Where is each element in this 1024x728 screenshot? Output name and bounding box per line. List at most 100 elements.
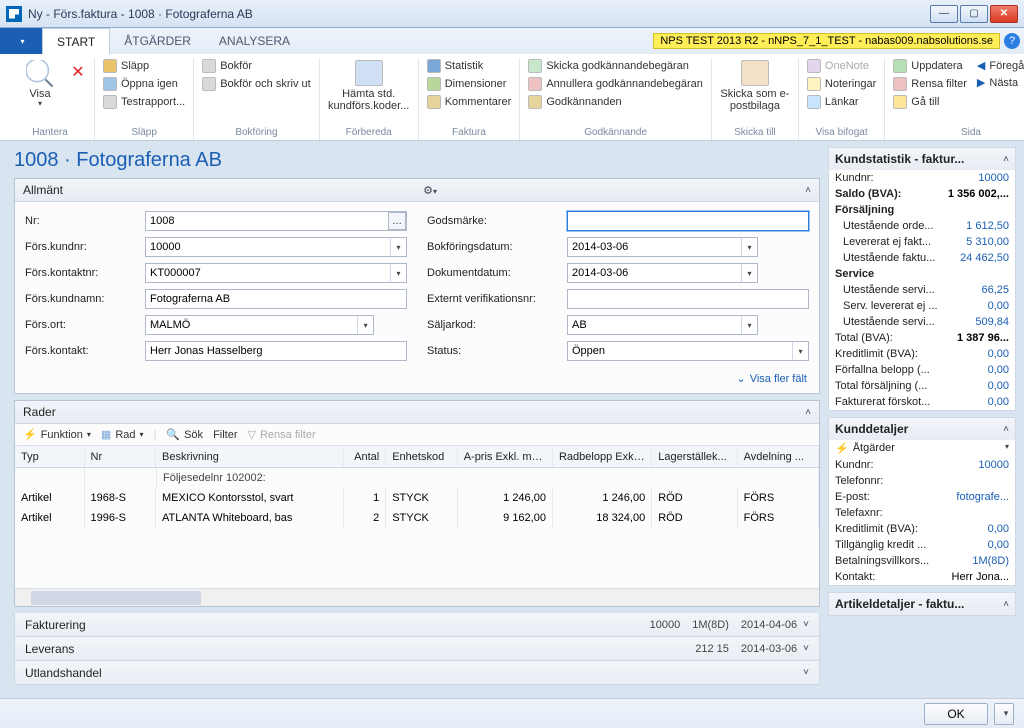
factbox-kundstatistik-header[interactable]: Kundstatistik - faktur...˄ (829, 148, 1015, 170)
skicka-godk-button[interactable]: Skicka godkännandebegäran (526, 58, 705, 74)
chevron-down-icon[interactable]: ˅ (803, 667, 809, 678)
field-nr[interactable]: 1008… (145, 211, 407, 231)
noteringar-button[interactable]: Noteringar (805, 76, 878, 92)
chevron-up-icon[interactable]: ˄ (1003, 424, 1009, 435)
fasttab-rader-header[interactable]: Rader˄ (15, 401, 819, 424)
chevron-up-icon[interactable]: ˄ (1003, 154, 1009, 165)
col-lagerstalle[interactable]: Lagerställek... (652, 447, 737, 467)
chevron-down-icon[interactable]: ▾ (390, 238, 406, 256)
factbox-artikeldetaljer-header[interactable]: Artikeldetaljer - faktu...˄ (829, 593, 1015, 615)
hamta-std-button[interactable]: Hämta std. kundförs.koder... (326, 58, 412, 112)
kommentarer-button[interactable]: Kommentarer (425, 94, 514, 110)
field-fkontaktnr[interactable]: KT000007▾ (145, 263, 407, 283)
field-godsmarke[interactable] (567, 211, 809, 231)
chevron-up-icon[interactable]: ˄ (1003, 599, 1009, 610)
slapp-button[interactable]: Släpp (101, 58, 187, 74)
delete-button[interactable]: ✕ (68, 58, 88, 88)
post-print-icon (202, 77, 216, 91)
chevron-up-icon[interactable]: ˄ (805, 185, 811, 196)
field-bokforingsdatum[interactable]: 2014-03-06▾ (567, 237, 758, 257)
fasttab-leverans[interactable]: Leverans 212 15 2014-03-06 ˅ (14, 637, 820, 661)
ok-dropdown-button[interactable] (994, 703, 1014, 725)
fasttab-allmant-header[interactable]: Allmänt ⚙▾ ˄ (15, 179, 819, 202)
annullera-godk-button[interactable]: Annullera godkännandebegäran (526, 76, 705, 92)
close-button[interactable]: ✕ (990, 5, 1018, 23)
skicka-epost-button[interactable]: Skicka som e-postbilaga (718, 58, 792, 112)
ok-button[interactable]: OK (924, 703, 988, 725)
bokfor-skriv-button[interactable]: Bokför och skriv ut (200, 76, 312, 92)
help-icon[interactable]: ? (1004, 33, 1020, 49)
col-apris[interactable]: A-pris Exkl. mo... (458, 447, 553, 467)
foregaende-button[interactable]: ◀Föregående (975, 58, 1024, 73)
field-fkundnr[interactable]: 10000▾ (145, 237, 407, 257)
col-radbelopp[interactable]: Radbelopp Exkl.... (553, 447, 652, 467)
col-enhetskod[interactable]: Enhetskod (386, 447, 457, 467)
uppdatera-button[interactable]: Uppdatera (891, 58, 969, 74)
tab-atgarder[interactable]: ÅTGÄRDER (110, 28, 205, 54)
chevron-down-icon[interactable]: ▾ (741, 238, 757, 256)
statistik-button[interactable]: Statistik (425, 58, 514, 74)
app-icon (6, 6, 22, 22)
file-tab[interactable] (0, 28, 42, 54)
testrapport-button[interactable]: Testrapport... (101, 94, 187, 110)
rad-menu[interactable]: ▦Rad▾ (101, 428, 144, 441)
nasta-button[interactable]: ▶Nästa (975, 75, 1024, 90)
lankar-button[interactable]: Länkar (805, 94, 878, 110)
delete-icon: ✕ (64, 60, 92, 86)
table-row[interactable]: Artikel1996-SATLANTA Whiteboard, bas2STY… (15, 508, 819, 528)
bokfor-button[interactable]: Bokför (200, 58, 312, 74)
funktion-menu[interactable]: ⚡Funktion▾ (23, 428, 91, 441)
factbox-kunddetaljer-header[interactable]: Kunddetaljer˄ (829, 418, 1015, 440)
visa-button[interactable]: Visa ▾ (12, 58, 68, 109)
col-typ[interactable]: Typ (15, 447, 85, 467)
col-beskrivning[interactable]: Beskrivning (156, 447, 344, 467)
field-fkundnamn[interactable]: Fotograferna AB (145, 289, 407, 309)
chevron-down-icon[interactable]: ▾ (792, 342, 808, 360)
col-avdelning[interactable]: Avdelning ... (738, 447, 819, 467)
gear-icon[interactable]: ⚙▾ (423, 184, 437, 197)
label-fkontaktnr: Förs.kontaktnr: (25, 267, 145, 279)
page-footer: OK (0, 698, 1024, 728)
field-fkontakt[interactable]: Herr Jonas Hasselberg (145, 341, 407, 361)
sok-button[interactable]: 🔍Sök (166, 428, 203, 441)
show-more-fields[interactable]: Visa fler fält (15, 368, 819, 393)
chevron-down-icon[interactable]: ˅ (803, 643, 809, 654)
field-externt-ver[interactable] (567, 289, 809, 309)
stat-saldo-value[interactable]: 1 356 002,... (948, 188, 1009, 200)
chevron-down-icon[interactable]: ▾ (741, 316, 757, 334)
filter-button[interactable]: Filter (213, 429, 237, 441)
lines-grid[interactable]: Typ Nr Beskrivning Antal Enhetskod A-pri… (15, 446, 819, 588)
col-nr[interactable]: Nr (85, 447, 156, 467)
chevron-down-icon[interactable]: ▾ (741, 264, 757, 282)
onenote-button[interactable]: OneNote (805, 58, 878, 74)
table-row[interactable]: Artikel1968-SMEXICO Kontorsstol, svart1S… (15, 488, 819, 508)
fasttab-fakturering[interactable]: Fakturering 10000 1M(8D) 2014-04-06 ˅ (14, 613, 820, 637)
rensa-filter-button[interactable]: ▽Rensa filter (248, 428, 316, 441)
chevron-up-icon[interactable]: ˄ (805, 407, 811, 418)
grid-group-row[interactable]: Följesedelnr 102002: (15, 468, 819, 488)
stat-kundnr-value[interactable]: 10000 (949, 172, 1009, 184)
minimize-button[interactable]: — (930, 5, 958, 23)
field-fort[interactable]: MALMÖ▾ (145, 315, 374, 335)
dimensioner-button[interactable]: Dimensioner (425, 76, 514, 92)
label-nr: Nr: (25, 215, 145, 227)
field-dokumentdatum[interactable]: 2014-03-06▾ (567, 263, 758, 283)
fasttab-utlandshandel[interactable]: Utlandshandel ˅ (14, 661, 820, 685)
tab-start[interactable]: START (42, 28, 110, 54)
chevron-down-icon[interactable]: ▾ (357, 316, 373, 334)
ribbon-tabbar: START ÅTGÄRDER ANALYSERA NPS TEST 2013 R… (0, 28, 1024, 54)
atgarder-menu[interactable]: ⚡Åtgärder▾ (829, 440, 1015, 457)
rensa-filter-button[interactable]: Rensa filter (891, 76, 969, 92)
chevron-down-icon[interactable]: ▾ (390, 264, 406, 282)
col-antal[interactable]: Antal (344, 447, 386, 467)
maximize-button[interactable]: ▢ (960, 5, 988, 23)
ga-till-button[interactable]: Gå till (891, 94, 969, 110)
field-saljarkod[interactable]: AB▾ (567, 315, 758, 335)
tab-analysera[interactable]: ANALYSERA (205, 28, 304, 54)
godkannanden-button[interactable]: Godkännanden (526, 94, 705, 110)
chevron-down-icon[interactable]: ˅ (803, 619, 809, 630)
oppna-igen-button[interactable]: Öppna igen (101, 76, 187, 92)
grid-horizontal-scrollbar[interactable] (15, 588, 819, 606)
field-status[interactable]: Öppen▾ (567, 341, 809, 361)
lookup-icon[interactable]: … (388, 212, 406, 230)
